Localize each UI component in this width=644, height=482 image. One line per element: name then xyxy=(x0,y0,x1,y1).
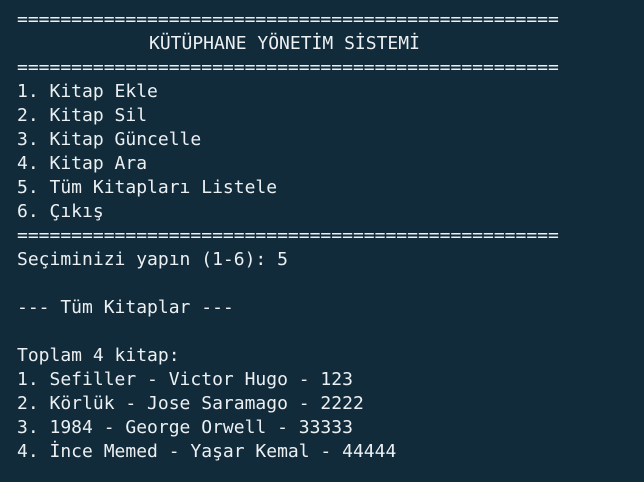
book-list-item: 3. 1984 - George Orwell - 33333 xyxy=(17,417,353,438)
separator-line-mid: ========================================… xyxy=(17,57,559,78)
separator-line-top: ========================================… xyxy=(17,9,559,30)
book-list-item: 2. Körlük - Jose Saramago - 2222 xyxy=(17,393,364,414)
menu-item-exit: 6. Çıkış xyxy=(17,201,104,222)
app-title: KÜTÜPHANE YÖNETİM SİSTEMİ xyxy=(149,33,420,54)
menu-item-list-all-books: 5. Tüm Kitapları Listele xyxy=(17,177,278,198)
menu-item-update-book: 3. Kitap Güncelle xyxy=(17,129,202,150)
separator-line-bottom: ========================================… xyxy=(17,225,559,246)
book-list-item: 1. Sefiller - Victor Hugo - 123 xyxy=(17,369,353,390)
menu-item-add-book: 1. Kitap Ekle xyxy=(17,81,158,102)
menu-item-search-book: 4. Kitap Ara xyxy=(17,153,148,174)
section-header: --- Tüm Kitaplar --- xyxy=(17,297,234,318)
menu-item-delete-book: 2. Kitap Sil xyxy=(17,105,148,126)
book-count: Toplam 4 kitap: xyxy=(17,345,180,366)
selection-prompt: Seçiminizi yapın (1-6): 5 xyxy=(17,249,288,270)
book-list-item: 4. İnce Memed - Yaşar Kemal - 44444 xyxy=(17,441,397,462)
terminal-window[interactable]: ========================================… xyxy=(0,0,644,482)
